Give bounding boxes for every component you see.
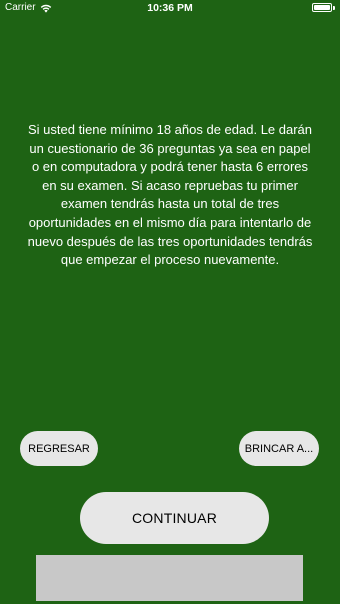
screen: Carrier 10:36 PM Si usted tiene mínimo 1…: [0, 0, 340, 604]
status-right: [312, 3, 335, 12]
back-button[interactable]: REGRESAR: [20, 431, 98, 466]
continue-button[interactable]: CONTINUAR: [80, 492, 269, 544]
skip-to-button[interactable]: BRINCAR A...: [239, 431, 319, 466]
battery-icon: [312, 3, 332, 12]
info-text: Si usted tiene mínimo 18 años de edad. L…: [27, 122, 313, 268]
status-time: 10:36 PM: [147, 2, 193, 14]
status-bar: Carrier 10:36 PM: [0, 0, 340, 16]
bottom-panel: [36, 555, 303, 601]
battery-fill: [314, 5, 330, 10]
battery-tip: [333, 5, 335, 10]
